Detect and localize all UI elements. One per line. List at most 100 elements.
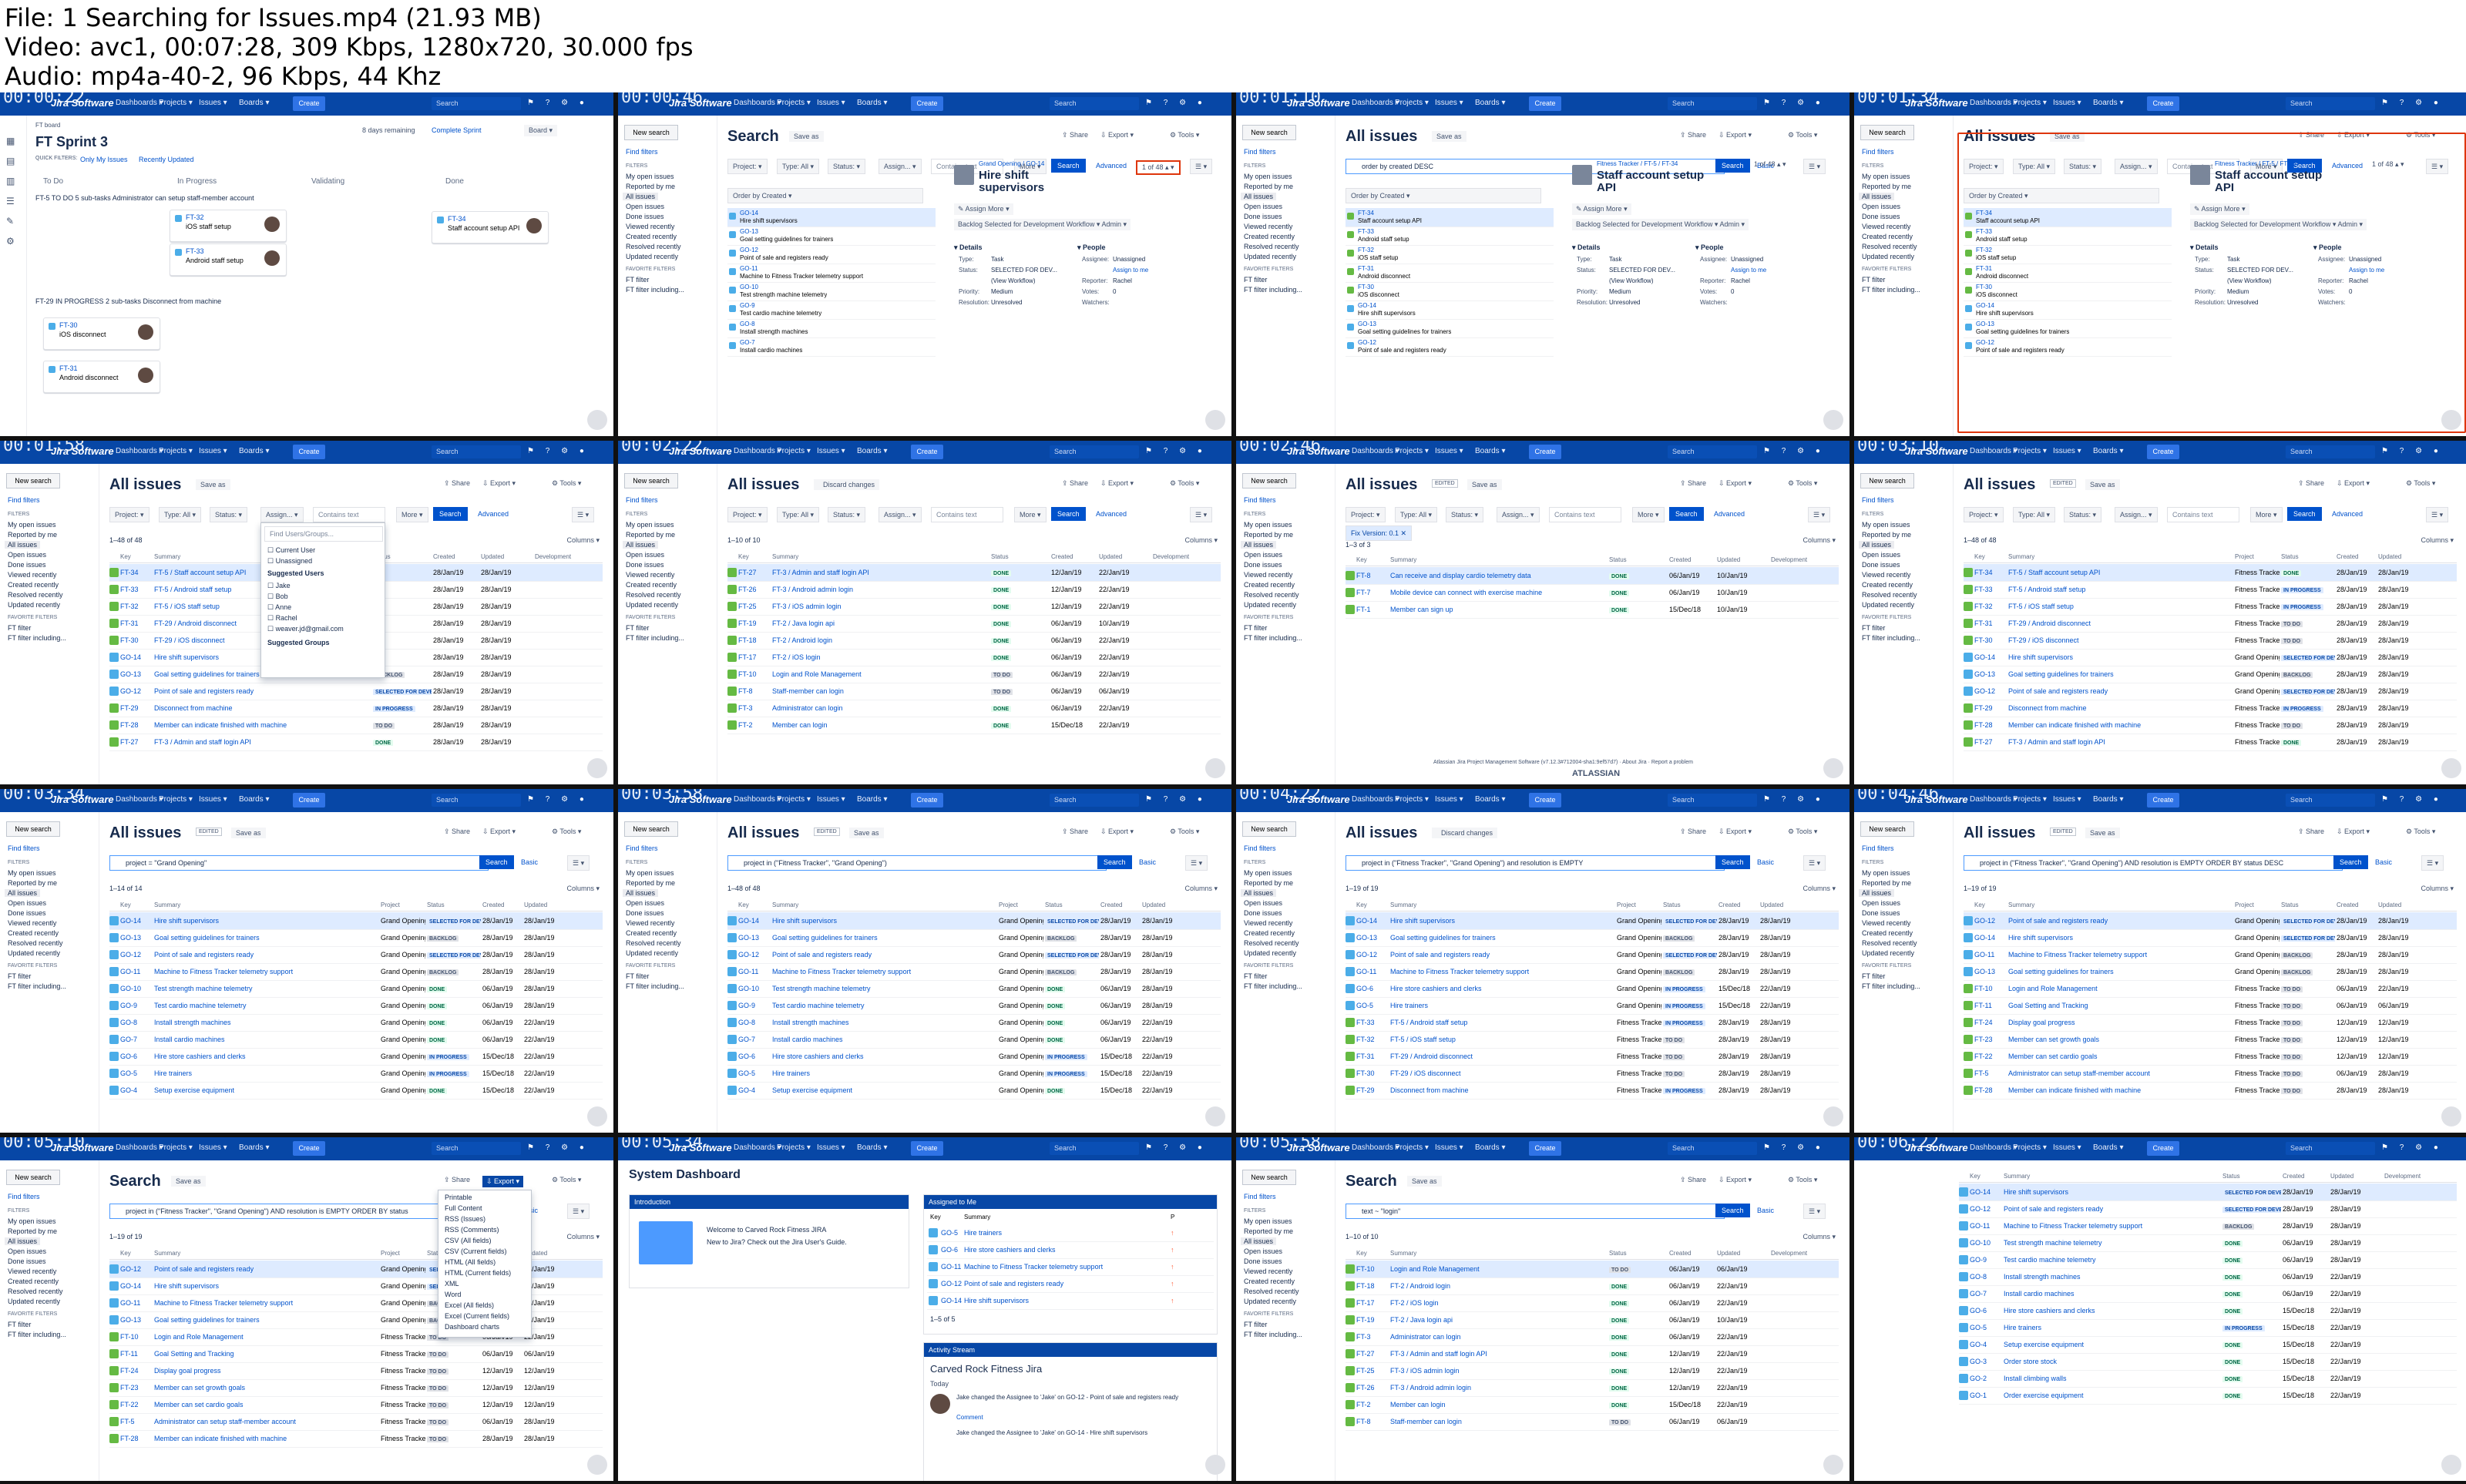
new-search-button[interactable]: New search bbox=[1242, 821, 1296, 837]
nav-dashboards[interactable]: Dashboards ▾ bbox=[116, 795, 163, 804]
search-button[interactable]: Search bbox=[479, 855, 514, 869]
sidebar-filter-item[interactable]: My open issues bbox=[626, 521, 674, 529]
sidebar-filter-item[interactable]: Open issues bbox=[8, 899, 46, 907]
tools-button[interactable]: ⚙ Tools ▾ bbox=[1788, 828, 1817, 836]
issue-key[interactable]: GO-4 bbox=[1970, 1341, 1987, 1348]
issue-key[interactable]: FT-17 bbox=[1356, 1299, 1375, 1307]
play-overlay-icon[interactable] bbox=[1205, 1455, 1225, 1475]
find-filters-link[interactable]: Find filters bbox=[626, 496, 658, 504]
sidebar-filter-item[interactable]: Resolved recently bbox=[1244, 939, 1299, 947]
issue-key[interactable]: FT-7 bbox=[1356, 589, 1371, 596]
share-button[interactable]: ⇪ Share bbox=[444, 479, 470, 488]
board-card[interactable]: FT-34 Staff account setup API bbox=[432, 211, 549, 243]
nav-boards[interactable]: Boards ▾ bbox=[239, 795, 269, 804]
issue-summary[interactable]: Disconnect from machine bbox=[2008, 704, 2232, 712]
table-row[interactable]: GO-11 Machine to Fitness Tracker telemetr… bbox=[109, 963, 603, 981]
issue-summary[interactable]: Point of sale and registers ready bbox=[154, 687, 370, 695]
tools-button[interactable]: ⚙ Tools ▾ bbox=[1170, 828, 1199, 836]
sidebar-filter-item[interactable]: Resolved recently bbox=[1862, 591, 1917, 599]
issue-key[interactable]: GO-10 bbox=[740, 284, 758, 290]
table-row[interactable]: FT-23 Member can set growth goals Fitness … bbox=[1964, 1031, 2457, 1049]
favorite-filter-item[interactable]: FT filter bbox=[1244, 624, 1267, 632]
issue-key[interactable]: GO-7 bbox=[1970, 1290, 1987, 1298]
card-key[interactable]: FT-33 bbox=[186, 247, 204, 255]
sidebar-filter-item[interactable]: All issues bbox=[1241, 541, 1277, 549]
table-row[interactable]: GO-3 Order store stock DONE 15/Dec/18 22/Jan… bbox=[1959, 1353, 2457, 1371]
table-row[interactable]: FT-27 FT-3 / Admin and staff login API DON… bbox=[1346, 1345, 1839, 1363]
find-filters-link[interactable]: Find filters bbox=[8, 1193, 40, 1200]
top-nav-icons[interactable]: ⚑ ? ⚙ ● bbox=[1145, 1143, 1207, 1152]
global-search-input[interactable]: Search bbox=[1050, 1142, 1139, 1155]
nav-projects[interactable]: Projects ▾ bbox=[777, 1143, 811, 1152]
sidebar-filter-item[interactable]: Reported by me bbox=[1862, 183, 1911, 190]
nav-issues[interactable]: Issues ▾ bbox=[2053, 1143, 2081, 1152]
column-header-created[interactable]: Created bbox=[2337, 901, 2358, 908]
issue-key[interactable]: GO-6 bbox=[1970, 1307, 1987, 1314]
sidebar-filter-item[interactable]: Updated recently bbox=[1862, 253, 1914, 260]
unassigned-option[interactable]: ☐ Unassigned bbox=[267, 557, 312, 566]
column-header-updated[interactable]: Updated bbox=[481, 553, 504, 560]
top-nav-icons[interactable]: ⚑ ? ⚙ ● bbox=[1763, 447, 1825, 455]
people-field-value[interactable]: Assign to me bbox=[1731, 267, 1766, 274]
nav-dashboards[interactable]: Dashboards ▾ bbox=[734, 99, 781, 107]
sidebar-filter-item[interactable]: Resolved recently bbox=[1244, 1288, 1299, 1295]
issue-list-item[interactable]: GO-12 Point of sale and registers ready bbox=[1346, 337, 1554, 357]
issue-key[interactable]: FT-17 bbox=[738, 653, 757, 661]
workflow-buttons[interactable]: Backlog Selected for Development Workflo… bbox=[1572, 219, 1749, 230]
issue-key[interactable]: FT-8 bbox=[1356, 572, 1371, 579]
jira-logo[interactable]: Jira Software bbox=[1287, 445, 1350, 457]
issue-summary[interactable]: Member can set cardio goals bbox=[154, 1401, 378, 1408]
sidebar-filter-item[interactable]: All issues bbox=[5, 889, 41, 897]
top-nav-icons[interactable]: ⚑ ? ⚙ ● bbox=[1145, 795, 1207, 804]
column-header-created[interactable]: Created bbox=[1051, 553, 1073, 560]
share-button[interactable]: ⇪ Share bbox=[2298, 479, 2324, 488]
save-as-button[interactable]: Save as bbox=[1432, 131, 1466, 142]
table-row[interactable]: GO-8 Install strength machines DONE 06/Jan/… bbox=[1959, 1268, 2457, 1286]
sidebar-filter-item[interactable]: Updated recently bbox=[626, 253, 678, 260]
search-button[interactable]: Search bbox=[2333, 855, 2368, 869]
jira-logo[interactable]: Jira Software bbox=[51, 1142, 114, 1153]
issue-summary[interactable]: FT-2 / Java login api bbox=[1390, 1316, 1606, 1324]
issue-key[interactable]: GO-6 bbox=[1356, 985, 1373, 992]
sidebar-filter-item[interactable]: Open issues bbox=[1244, 1247, 1282, 1255]
share-button[interactable]: ⇪ Share bbox=[444, 1176, 470, 1184]
sidebar-filter-item[interactable]: Reported by me bbox=[626, 531, 675, 539]
issue-summary[interactable]: Test strength machine telemetry bbox=[154, 985, 378, 992]
issue-summary[interactable]: FT-29 / iOS disconnect bbox=[1390, 1069, 1614, 1077]
find-filters-link[interactable]: Find filters bbox=[1862, 148, 1894, 156]
issue-summary[interactable]: FT-2 / Android login bbox=[772, 636, 988, 644]
column-header-updated[interactable]: Updated bbox=[524, 901, 547, 908]
issue-key[interactable]: FT-18 bbox=[738, 636, 757, 644]
type-filter[interactable]: Type: All ▾ bbox=[159, 507, 202, 522]
issue-list-item[interactable]: FT-32 iOS staff setup bbox=[1346, 245, 1554, 264]
nav-dashboards[interactable]: Dashboards ▾ bbox=[1970, 795, 2017, 804]
top-nav-icons[interactable]: ⚑ ? ⚙ ● bbox=[2381, 447, 2443, 455]
create-button[interactable]: Create bbox=[1529, 793, 1561, 807]
top-nav-icons[interactable]: ⚑ ? ⚙ ● bbox=[2381, 1143, 2443, 1152]
favorite-filter-item[interactable]: FT filter including... bbox=[1862, 982, 1920, 990]
issue-summary[interactable]: Administrator can login bbox=[1390, 1333, 1606, 1341]
table-row[interactable]: FT-22 Member can set cardio goals Fitness … bbox=[109, 1396, 603, 1414]
table-row[interactable]: GO-14 Hire shift supervisors Grand Opening… bbox=[109, 912, 603, 930]
sidebar-filter-item[interactable]: Open issues bbox=[626, 551, 664, 559]
issue-list-item[interactable]: FT-31 Android disconnect bbox=[1346, 264, 1554, 283]
table-row[interactable]: FT-30 FT-29 / iOS disconnect Fitness Track… bbox=[1346, 1065, 1839, 1083]
search-button[interactable]: Search bbox=[1051, 507, 1086, 521]
create-button[interactable]: Create bbox=[911, 445, 943, 459]
jira-logo[interactable]: Jira Software bbox=[669, 445, 732, 457]
top-nav-icons[interactable]: ⚑ ? ⚙ ● bbox=[1145, 99, 1207, 107]
find-filters-link[interactable]: Find filters bbox=[8, 844, 40, 852]
favorite-filter-item[interactable]: FT filter including... bbox=[1244, 634, 1302, 642]
sidebar-filter-item[interactable]: My open issues bbox=[626, 869, 674, 877]
nav-issues[interactable]: Issues ▾ bbox=[2053, 99, 2081, 107]
sidebar-filter-item[interactable]: Open issues bbox=[1244, 551, 1282, 559]
issue-key[interactable]: FT-10 bbox=[1974, 985, 1993, 992]
issue-summary[interactable]: Goal setting guidelines for trainers bbox=[2008, 670, 2232, 678]
global-search-input[interactable]: Search bbox=[2286, 1142, 2375, 1155]
issue-key[interactable]: GO-12 bbox=[120, 687, 141, 695]
table-row[interactable]: GO-5 Hire trainers IN PROGRESS 15/Dec/18 22/… bbox=[1959, 1319, 2457, 1337]
create-button[interactable]: Create bbox=[2147, 96, 2179, 111]
sidebar-filter-item[interactable]: Created recently bbox=[626, 929, 677, 937]
issue-list-item[interactable]: GO-11 Machine to Fitness Tracker telemetr… bbox=[727, 264, 936, 283]
play-overlay-icon[interactable] bbox=[1823, 410, 1843, 430]
